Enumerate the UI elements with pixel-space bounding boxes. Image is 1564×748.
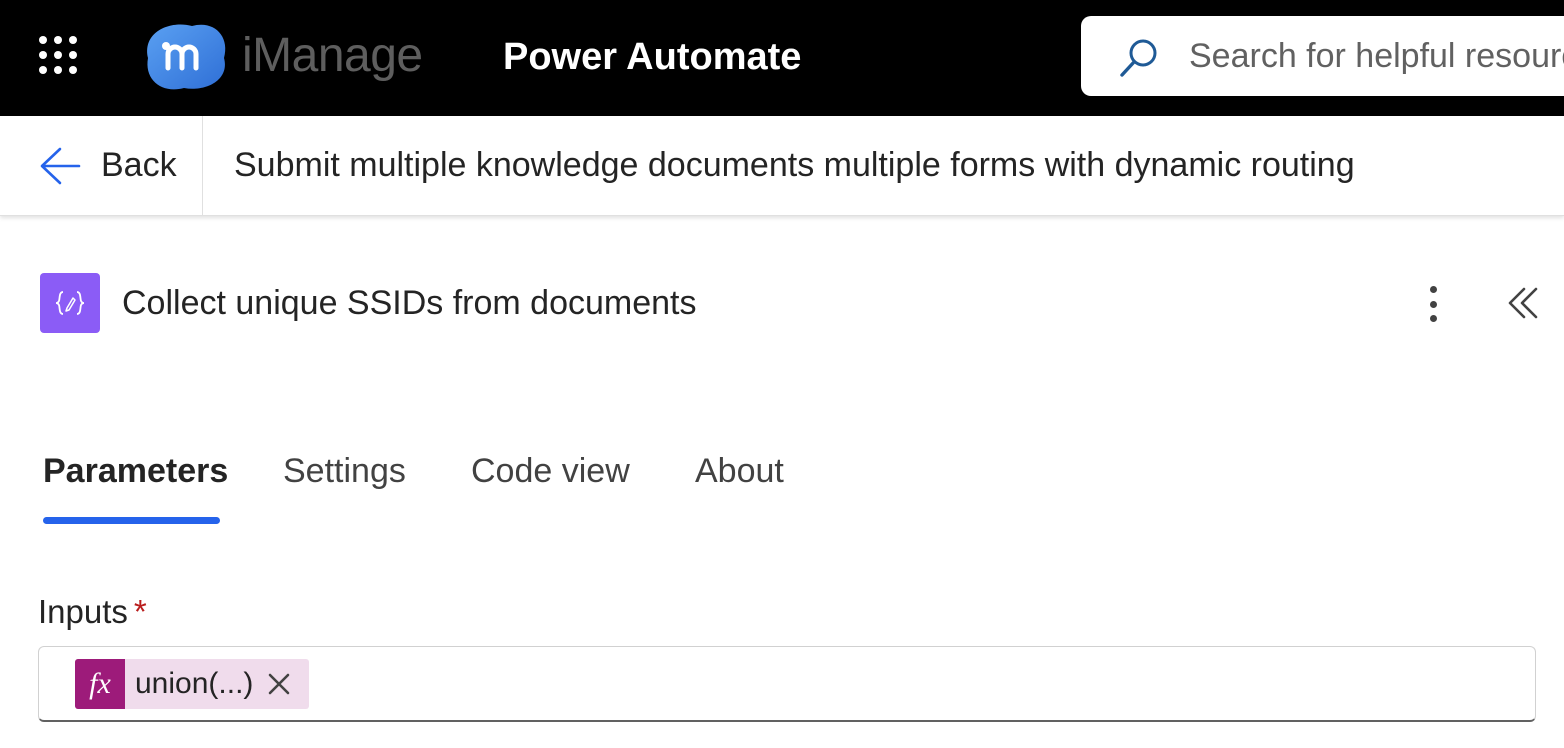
top-header: iManage Power Automate xyxy=(0,0,1564,116)
search-box[interactable] xyxy=(1081,16,1564,96)
search-icon xyxy=(1120,39,1157,77)
compose-variable-icon xyxy=(40,273,100,333)
required-marker: * xyxy=(133,593,147,630)
chevron-double-left-icon[interactable] xyxy=(1502,281,1546,325)
inputs-field[interactable]: fx union(...) xyxy=(38,646,1536,722)
tab-about[interactable]: About xyxy=(695,452,784,491)
more-vertical-icon[interactable] xyxy=(1416,280,1450,328)
app-launcher-icon[interactable] xyxy=(39,36,79,74)
flow-name: Submit multiple knowledge documents mult… xyxy=(234,146,1355,184)
back-label: Back xyxy=(101,146,177,184)
app-title[interactable]: Power Automate xyxy=(503,36,801,79)
close-icon[interactable] xyxy=(265,670,293,698)
command-bar: Back Submit multiple knowledge documents… xyxy=(0,116,1564,216)
brand-name: iManage xyxy=(242,29,423,82)
token-label: union(...) xyxy=(135,667,254,700)
arrow-left-icon xyxy=(40,147,81,185)
inputs-label-text: Inputs xyxy=(38,593,128,630)
back-button[interactable]: Back xyxy=(0,116,203,216)
tab-parameters[interactable]: Parameters xyxy=(43,452,228,491)
tab-settings[interactable]: Settings xyxy=(283,452,406,491)
search-input[interactable] xyxy=(1189,16,1564,96)
active-tab-indicator xyxy=(43,517,220,524)
inputs-label: Inputs * xyxy=(38,593,147,631)
function-icon: fx xyxy=(75,659,125,709)
tab-code-view[interactable]: Code view xyxy=(471,452,630,491)
expression-token[interactable]: fx union(...) xyxy=(75,659,309,709)
action-title[interactable]: Collect unique SSIDs from documents xyxy=(122,284,696,323)
